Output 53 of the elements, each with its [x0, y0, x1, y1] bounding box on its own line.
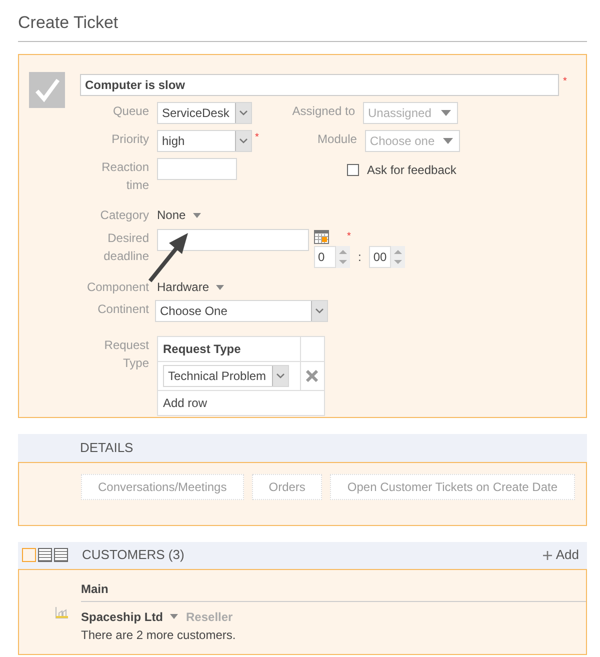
view-toggle-icon[interactable] — [54, 548, 68, 562]
section-heading: CUSTOMERS (3) — [82, 546, 184, 564]
field-label: Continent — [96, 300, 149, 318]
view-toggle-icon[interactable] — [22, 548, 36, 562]
title-input[interactable]: Computer is slow — [80, 74, 559, 96]
caret-icon — [276, 372, 285, 378]
field-label: Component — [86, 278, 149, 296]
annotation-arrow — [148, 232, 188, 282]
building-icon — [55, 606, 68, 618]
checkmark-icon — [29, 72, 65, 108]
calendar-icon[interactable] — [314, 228, 329, 244]
dropdown-link[interactable]: Hardware — [157, 278, 224, 296]
field-label: Desired deadline — [102, 230, 149, 264]
customer-role: Reseller — [186, 608, 233, 626]
checkbox[interactable] — [347, 164, 359, 176]
field-label: Request Type — [103, 336, 149, 372]
dropdown-icon[interactable] — [170, 614, 178, 619]
column-header: Request Type — [158, 336, 300, 361]
select-field[interactable]: Choose One — [155, 300, 328, 322]
required-mark: * — [255, 130, 259, 144]
field-label: Category — [99, 206, 149, 224]
text-input[interactable] — [157, 158, 237, 180]
caret-icon — [315, 308, 324, 314]
select-field[interactable]: Technical Problem — [163, 364, 289, 386]
view-toggle-icon[interactable] — [38, 548, 52, 562]
required-mark: * — [347, 230, 351, 244]
add-link[interactable]: Add — [542, 545, 579, 565]
dropdown-link[interactable]: None — [157, 206, 201, 224]
select-field[interactable]: high — [157, 130, 252, 152]
dropdown-icon — [441, 110, 451, 116]
section-heading: DETAILS — [80, 438, 134, 457]
checkbox-label: Ask for feedback — [367, 162, 456, 178]
delete-icon[interactable] — [306, 370, 318, 382]
required-mark: * — [563, 74, 567, 88]
add-row-link[interactable]: Add row — [163, 396, 208, 410]
select-field[interactable]: ServiceDesk — [157, 102, 252, 124]
time-spinner[interactable]: 00 — [369, 246, 406, 268]
field-label: Queue — [112, 102, 149, 120]
caret-icon — [239, 138, 248, 144]
customer-name[interactable]: Spaceship Ltd — [81, 608, 164, 626]
more-customers-text: There are 2 more customers. — [81, 626, 237, 644]
caret-icon — [239, 110, 248, 116]
plus-icon — [542, 550, 552, 560]
time-spinner[interactable]: 0 — [314, 246, 350, 268]
dropdown-icon — [442, 138, 453, 144]
time-separator: : — [358, 248, 362, 266]
field-label: Assigned to — [291, 102, 355, 120]
group-heading: Main — [81, 580, 586, 602]
date-input[interactable] — [157, 228, 309, 250]
field-label: Priority — [110, 130, 149, 148]
field-label: Module — [316, 130, 357, 148]
page-title: Create Ticket — [18, 12, 120, 34]
field-label: Reaction time — [100, 158, 149, 194]
